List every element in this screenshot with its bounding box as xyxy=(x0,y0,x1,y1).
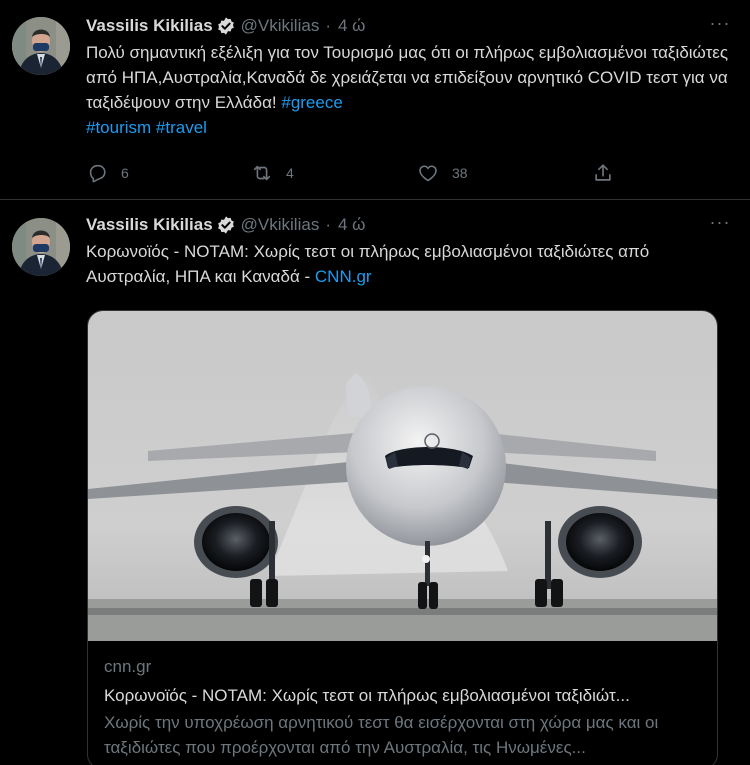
tweet[interactable]: Vassilis Kikilias @Vkikilias · 4 ώ ··· Π… xyxy=(0,0,750,200)
share-icon xyxy=(595,164,611,181)
retweet-icon xyxy=(253,165,271,181)
reply-icon xyxy=(89,164,106,183)
tweet-time[interactable]: 4 ώ xyxy=(338,16,365,36)
link-preview-card[interactable]: cnn.gr Κορωνοϊός - NOTAM: Χωρίς τεστ οι … xyxy=(87,310,718,765)
reply-button[interactable]: 6 xyxy=(86,162,129,184)
tweet-header: Vassilis Kikilias @Vkikilias · 4 ώ ··· xyxy=(86,14,732,38)
airplane-preview-image xyxy=(88,311,717,641)
tweet-text: Πολύ σημαντική εξέλιξη για τον Τουρισμό … xyxy=(86,40,732,140)
avatar-image xyxy=(12,218,70,276)
card-title: Κορωνοϊός - NOTAM: Χωρίς τεστ οι πλήρως … xyxy=(104,686,630,705)
separator-dot: · xyxy=(325,16,331,35)
hashtag-tourism[interactable]: #tourism xyxy=(86,118,151,137)
more-options-icon[interactable]: ··· xyxy=(708,213,732,237)
tweet-header: Vassilis Kikilias @Vkikilias · 4 ώ ··· xyxy=(86,213,732,237)
separator-dot: · xyxy=(325,215,331,234)
author-handle[interactable]: @Vkikilias xyxy=(241,16,320,36)
card-description: Χωρίς την υποχρέωση αρνητικού τεστ θα ει… xyxy=(104,713,659,757)
reply-count: 6 xyxy=(121,165,129,181)
author-name[interactable]: Vassilis Kikilias xyxy=(86,16,213,36)
more-options-icon[interactable]: ··· xyxy=(708,14,732,38)
avatar[interactable] xyxy=(12,218,70,276)
hashtag-travel[interactable]: #travel xyxy=(156,118,207,137)
like-button[interactable]: 38 xyxy=(417,162,468,184)
author-handle[interactable]: @Vkikilias xyxy=(241,215,320,235)
tweet-text: Κορωνοϊός - NOTAM: Χωρίς τεστ οι πλήρως … xyxy=(86,239,732,289)
heart-icon xyxy=(419,165,437,182)
hashtag-greece[interactable]: #greece xyxy=(281,93,342,112)
avatar-image xyxy=(12,17,70,75)
tweet[interactable]: Vassilis Kikilias @Vkikilias · 4 ώ ··· Κ… xyxy=(0,200,750,765)
tweet-body: Πολύ σημαντική εξέλιξη για τον Τουρισμό … xyxy=(86,43,729,112)
avatar[interactable] xyxy=(12,17,70,75)
like-count: 38 xyxy=(452,165,468,181)
verified-badge-icon xyxy=(217,17,234,35)
verified-badge-icon xyxy=(217,216,234,234)
author-name[interactable]: Vassilis Kikilias xyxy=(86,215,213,235)
tweet-link[interactable]: CNN.gr xyxy=(315,267,372,286)
tweet-actions: 6 4 38 xyxy=(86,160,732,186)
retweet-count: 4 xyxy=(286,165,294,181)
retweet-button[interactable]: 4 xyxy=(251,162,294,184)
tweet-time[interactable]: 4 ώ xyxy=(338,215,365,235)
share-button[interactable] xyxy=(592,162,614,184)
card-domain: cnn.gr xyxy=(104,657,152,676)
